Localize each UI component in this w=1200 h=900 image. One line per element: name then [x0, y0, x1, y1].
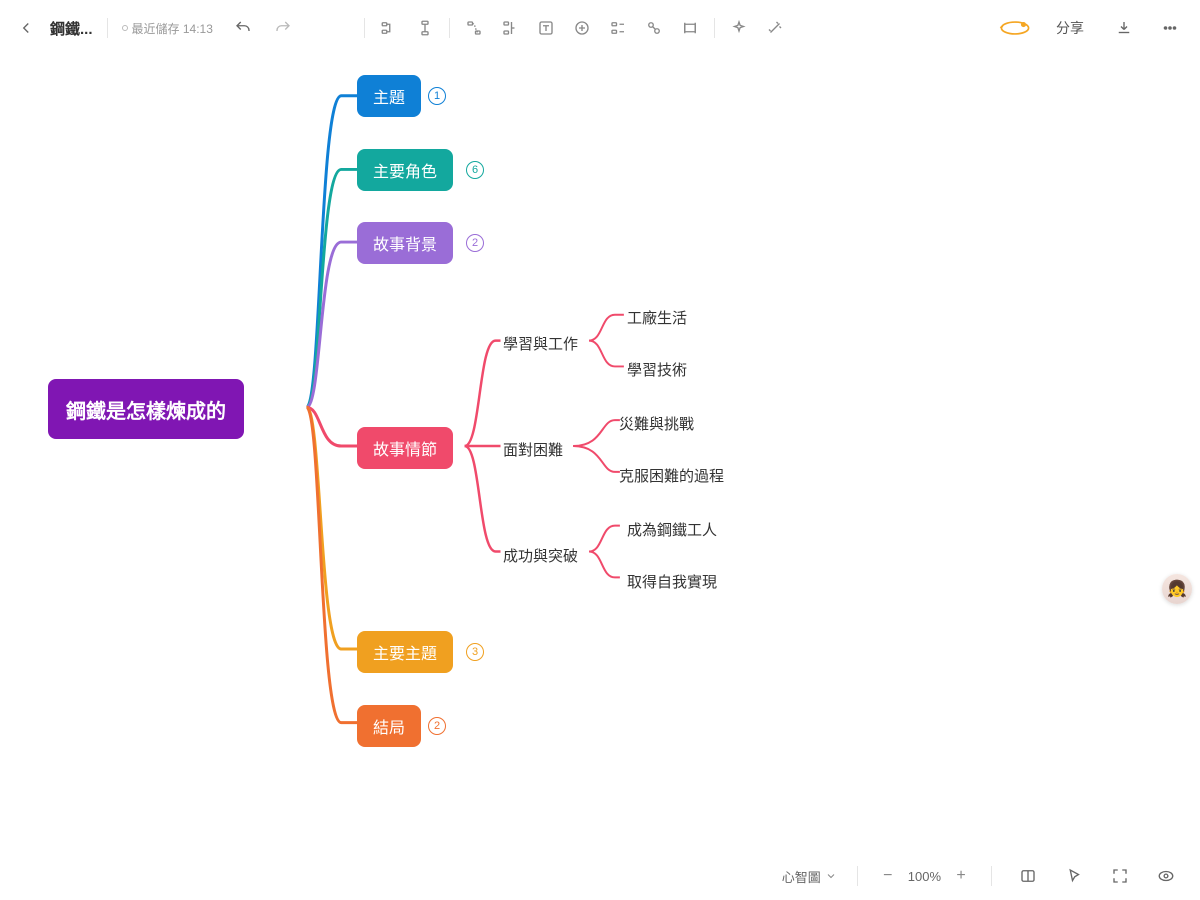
- count-badge-themes[interactable]: 3: [466, 643, 484, 661]
- zoom-out-button[interactable]: −: [878, 866, 898, 886]
- branch-topic[interactable]: 主題: [357, 75, 421, 117]
- user-avatar[interactable]: 👧: [1162, 574, 1192, 604]
- branch-themes[interactable]: 主要主題: [357, 631, 453, 673]
- share-button[interactable]: 分享: [1046, 14, 1094, 42]
- divider: [449, 18, 450, 38]
- top-bar-right: 分享: [998, 12, 1186, 44]
- branch-characters[interactable]: 主要角色: [357, 149, 453, 191]
- save-time-text: 最近儲存 14:13: [132, 20, 213, 37]
- leaf-disaster[interactable]: 災難與挑戰: [619, 413, 694, 434]
- divider: [107, 18, 108, 38]
- branch-label: 主題: [373, 84, 405, 108]
- plot-sub-succeed[interactable]: 成功與突破: [503, 545, 578, 566]
- top-bar: 鋼鐵... 最近儲存 14:13 分享: [0, 0, 1200, 56]
- count-badge-chars[interactable]: 6: [466, 161, 484, 179]
- count-badge-topic[interactable]: 1: [428, 87, 446, 105]
- boundary-button[interactable]: [674, 12, 706, 44]
- save-status: 最近儲存 14:13: [122, 20, 213, 37]
- top-bar-left: 鋼鐵... 最近儲存 14:13: [10, 12, 299, 44]
- branch-label: 結局: [373, 714, 405, 738]
- link-button[interactable]: [638, 12, 670, 44]
- divider: [714, 18, 715, 38]
- root-node[interactable]: 鋼鐵是怎樣煉成的: [48, 379, 244, 439]
- main-toolbar: [360, 12, 791, 44]
- view-mode-select[interactable]: 心智圖: [782, 867, 837, 886]
- bottom-bar: 心智圖 − 100% +: [0, 852, 1200, 900]
- mindmap-canvas[interactable]: 鋼鐵是怎樣煉成的 主題 1 主要角色 6 故事背景 2 故事情節 主要主題 3 …: [0, 56, 1200, 852]
- more-menu-button[interactable]: [1154, 12, 1186, 44]
- subtopic-button[interactable]: [373, 12, 405, 44]
- chevron-down-icon: [825, 870, 837, 882]
- fullscreen-button[interactable]: [1104, 860, 1136, 892]
- cursor-mode-button[interactable]: [1058, 860, 1090, 892]
- count-badge-bg[interactable]: 2: [466, 234, 484, 252]
- branch-label: 主要主題: [373, 640, 437, 664]
- branch-label: 故事背景: [373, 231, 437, 255]
- branch-label: 故事情節: [373, 436, 437, 460]
- magic-button[interactable]: [759, 12, 791, 44]
- insert-button[interactable]: [566, 12, 598, 44]
- view-mode-label: 心智圖: [782, 867, 821, 886]
- leaf-overcome[interactable]: 克服困難的過程: [619, 465, 724, 486]
- connector-lines: [0, 56, 1200, 852]
- branch-plot[interactable]: 故事情節: [357, 427, 453, 469]
- leaf-self-realize[interactable]: 取得自我實現: [627, 571, 717, 592]
- leaf-learn-skill[interactable]: 學習技術: [627, 359, 687, 380]
- divider: [857, 866, 858, 886]
- ai-sparkle-button[interactable]: [723, 12, 755, 44]
- divider: [991, 866, 992, 886]
- document-title[interactable]: 鋼鐵...: [50, 18, 93, 39]
- count-badge-ending[interactable]: 2: [428, 717, 446, 735]
- plot-sub-learn[interactable]: 學習與工作: [503, 333, 578, 354]
- zoom-value: 100%: [908, 869, 941, 884]
- plot-sub-face[interactable]: 面對困難: [503, 439, 563, 460]
- app-logo-icon: [998, 16, 1032, 40]
- branch-label: 主要角色: [373, 158, 437, 182]
- leaf-factory-life[interactable]: 工廠生活: [627, 307, 687, 328]
- relationship-button[interactable]: [458, 12, 490, 44]
- branch-background[interactable]: 故事背景: [357, 222, 453, 264]
- root-label: 鋼鐵是怎樣煉成的: [66, 395, 226, 424]
- save-dot-icon: [122, 25, 128, 31]
- text-button[interactable]: [530, 12, 562, 44]
- undo-button[interactable]: [227, 12, 259, 44]
- divider: [364, 18, 365, 38]
- zoom-in-button[interactable]: +: [951, 866, 971, 886]
- marker-button[interactable]: [602, 12, 634, 44]
- summary-button[interactable]: [494, 12, 526, 44]
- download-button[interactable]: [1108, 12, 1140, 44]
- back-button[interactable]: [10, 12, 42, 44]
- redo-button[interactable]: [267, 12, 299, 44]
- sibling-button[interactable]: [409, 12, 441, 44]
- zoom-control: − 100% +: [878, 866, 971, 886]
- panel-toggle-button[interactable]: [1012, 860, 1044, 892]
- branch-ending[interactable]: 結局: [357, 705, 421, 747]
- preview-button[interactable]: [1150, 860, 1182, 892]
- leaf-become-worker[interactable]: 成為鋼鐵工人: [627, 519, 717, 540]
